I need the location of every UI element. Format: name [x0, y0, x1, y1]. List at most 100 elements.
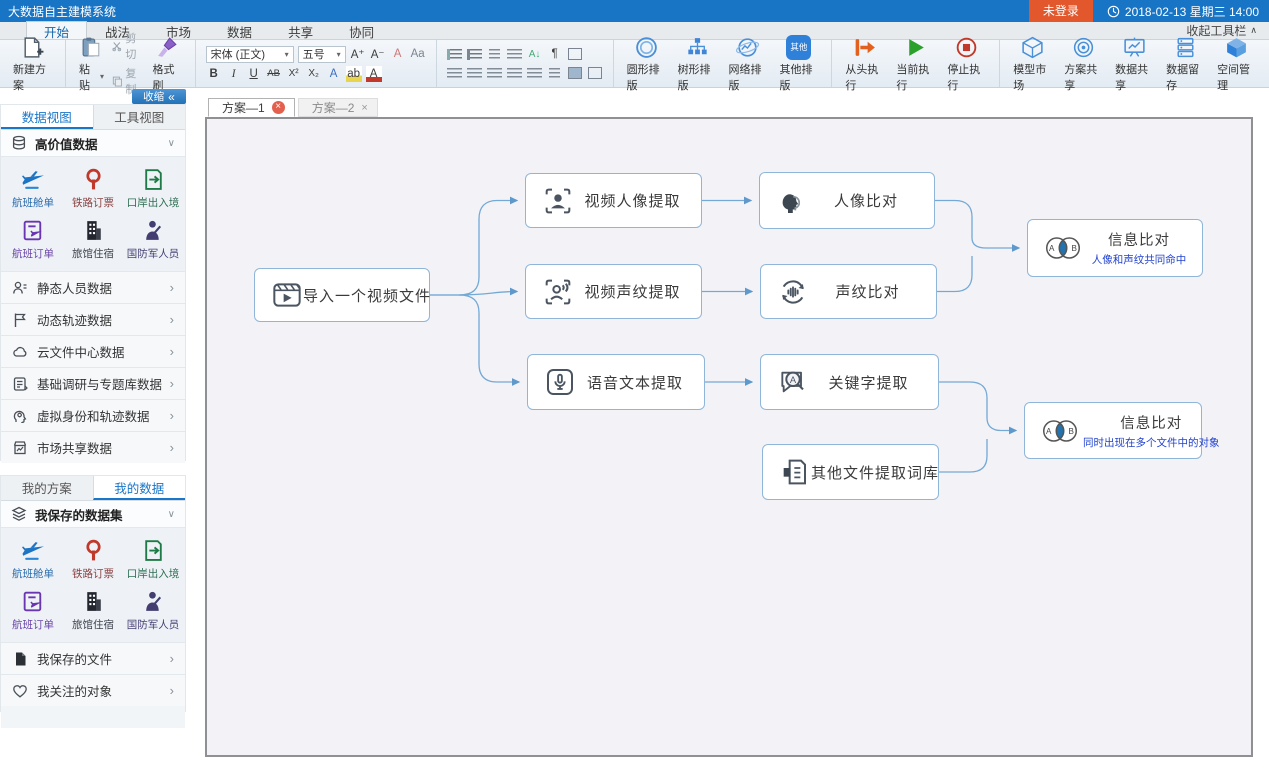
- decrease-indent-icon[interactable]: [487, 46, 503, 62]
- dataset-hotel-stay[interactable]: 旅馆住宿: [63, 584, 123, 635]
- dataset-flight-order[interactable]: 航班订单: [3, 213, 63, 264]
- font-color-icon[interactable]: A: [366, 66, 382, 82]
- flow-node-video-face-extract[interactable]: 视频人像提取: [525, 173, 702, 228]
- subscript-button[interactable]: X₂: [306, 66, 322, 82]
- datetime-text: 2018-02-13 星期三 14:00: [1125, 3, 1259, 20]
- distribute-icon[interactable]: [527, 65, 543, 81]
- text-effects-icon[interactable]: A: [326, 66, 342, 82]
- model-market-button[interactable]: 模型市场: [1007, 34, 1058, 94]
- table-grid-icon[interactable]: [567, 46, 583, 62]
- flow-node-speech-text-extract[interactable]: 语音文本提取: [527, 354, 705, 410]
- number-list-icon[interactable]: [467, 46, 483, 62]
- sidebar-item-dynamic-track-data[interactable]: 动态轨迹数据 ›: [1, 303, 185, 335]
- align-center-icon[interactable]: [467, 65, 483, 81]
- dataset-flight-manifest[interactable]: 航班舱单: [3, 162, 63, 213]
- data-view-tabs: 数据视图 工具视图: [1, 105, 185, 130]
- flow-canvas[interactable]: 导入一个视频文件 视频人像提取: [205, 117, 1253, 757]
- justify-icon[interactable]: [507, 65, 523, 81]
- tab-my-data[interactable]: 我的数据: [93, 476, 186, 500]
- other-layout-button[interactable]: 其他 其他排版: [773, 34, 824, 94]
- flow-node-face-compare[interactable]: 人像比对: [759, 172, 935, 229]
- data-share-button[interactable]: 数据共享: [1109, 34, 1160, 94]
- clear-format-icon[interactable]: A: [390, 46, 406, 62]
- sidebar-item-research-library-data[interactable]: 基础调研与专题库数据 ›: [1, 367, 185, 399]
- flow-node-info-compare-1[interactable]: A B 信息比对 人像和声纹共同命中: [1027, 219, 1203, 277]
- plan-tab-1[interactable]: 方案—1 ×: [208, 98, 295, 117]
- strikethrough-button[interactable]: AB: [266, 66, 282, 82]
- line-spacing-icon[interactable]: [547, 65, 563, 81]
- font-family-select[interactable]: 宋体 (正文) ▾: [206, 46, 294, 63]
- shading-icon[interactable]: [567, 65, 583, 81]
- circle-layout-button[interactable]: 圆形排版: [621, 34, 672, 94]
- dataset-flight-order[interactable]: 航班订单: [3, 584, 63, 635]
- change-case-icon[interactable]: Aa: [410, 46, 426, 62]
- show-marks-icon[interactable]: ¶: [547, 46, 563, 62]
- dataset-label: 航班舱单: [12, 566, 54, 581]
- dataset-border-entry-exit[interactable]: 口岸出入境: [123, 533, 183, 584]
- flow-node-video-voice-extract[interactable]: 视频声纹提取: [525, 264, 702, 319]
- airplane-icon: [21, 538, 46, 563]
- space-manage-button[interactable]: 空间管理: [1211, 34, 1262, 94]
- sidebar-item-my-saved-files[interactable]: 我保存的文件 ›: [1, 642, 185, 674]
- bold-button[interactable]: B: [206, 66, 222, 82]
- ribbon-group-share: 模型市场 方案共享 数据共享: [1000, 40, 1269, 87]
- ribbon-group-execute: 从头执行 当前执行 停止执行: [832, 40, 1000, 87]
- flow-node-voice-compare[interactable]: 声纹比对: [760, 264, 937, 319]
- tab-data-view[interactable]: 数据视图: [1, 105, 93, 129]
- underline-button[interactable]: U: [246, 66, 262, 82]
- high-value-data-header[interactable]: 高价值数据 ∨: [1, 130, 185, 157]
- saved-datasets-header[interactable]: 我保存的数据集 ∨: [1, 501, 185, 528]
- new-plan-button[interactable]: 新建方案: [7, 34, 58, 94]
- font-size-select[interactable]: 五号 ▾: [298, 46, 346, 63]
- flow-node-label: 信息比对: [1120, 412, 1182, 433]
- ribbon-tab-share[interactable]: 共享: [270, 21, 331, 39]
- superscript-button[interactable]: X²: [286, 66, 302, 82]
- dataset-border-entry-exit[interactable]: 口岸出入境: [123, 162, 183, 213]
- tree-layout-button[interactable]: 树形排版: [672, 34, 723, 94]
- dataset-hotel-stay[interactable]: 旅馆住宿: [63, 213, 123, 264]
- sidebar-item-cloud-file-data[interactable]: 云文件中心数据 ›: [1, 335, 185, 367]
- cut-button[interactable]: 剪切: [112, 30, 145, 62]
- highlight-color-icon[interactable]: ab: [346, 66, 362, 82]
- sidebar-item-my-followed-objects[interactable]: 我关注的对象 ›: [1, 674, 185, 706]
- close-tab-icon[interactable]: ×: [272, 101, 285, 114]
- tab-tool-view[interactable]: 工具视图: [93, 105, 186, 129]
- tab-my-plans[interactable]: 我的方案: [1, 476, 93, 500]
- sort-icon[interactable]: A↓: [527, 46, 543, 62]
- increase-indent-icon[interactable]: [507, 46, 523, 62]
- network-layout-button[interactable]: 网络排版: [723, 34, 774, 94]
- login-status-badge[interactable]: 未登录: [1029, 0, 1093, 22]
- dataset-flight-manifest[interactable]: 航班舱单: [3, 533, 63, 584]
- ribbon-tab-collab[interactable]: 协同: [331, 21, 392, 39]
- stop-button[interactable]: 停止执行: [941, 34, 992, 94]
- sidebar-collapse-button[interactable]: 收缩 «: [132, 89, 186, 104]
- align-right-icon[interactable]: [487, 65, 503, 81]
- flow-node-keyword-extract[interactable]: A 关键字提取: [760, 354, 939, 410]
- flow-node-info-compare-2[interactable]: A B 信息比对 同时出现在多个文件中的对象: [1024, 402, 1202, 459]
- person-list-icon: [12, 280, 28, 296]
- flow-node-other-files-lexicon[interactable]: 其他文件提取词库: [762, 444, 939, 500]
- grow-font-button[interactable]: A⁺: [350, 46, 366, 62]
- bullet-list-icon[interactable]: [447, 46, 463, 62]
- paste-button[interactable]: 粘贴▾: [73, 34, 110, 94]
- plan-tab-2[interactable]: 方案—2 ×: [298, 98, 378, 117]
- run-from-start-button[interactable]: 从头执行: [839, 34, 890, 94]
- shrink-font-button[interactable]: A⁻: [370, 46, 386, 62]
- data-retain-button[interactable]: 数据留存: [1160, 34, 1211, 94]
- align-left-icon[interactable]: [447, 65, 463, 81]
- plan-share-button[interactable]: 方案共享: [1058, 34, 1109, 94]
- dataset-military-personnel[interactable]: 国防军人员: [123, 584, 183, 635]
- sidebar-item-market-shared-data[interactable]: 市场共享数据 ›: [1, 431, 185, 463]
- italic-button[interactable]: I: [226, 66, 242, 82]
- run-current-button[interactable]: 当前执行: [890, 34, 941, 94]
- close-tab-icon[interactable]: ×: [361, 102, 367, 114]
- format-painter-button[interactable]: 格式刷: [147, 34, 188, 94]
- dataset-military-personnel[interactable]: 国防军人员: [123, 213, 183, 264]
- sidebar-item-static-person-data[interactable]: 静态人员数据 ›: [1, 271, 185, 303]
- borders-icon[interactable]: [587, 65, 603, 81]
- flow-node-import-video[interactable]: 导入一个视频文件: [254, 268, 430, 322]
- dataset-rail-ticket[interactable]: 铁路订票: [63, 533, 123, 584]
- ribbon-tab-data[interactable]: 数据: [209, 21, 270, 39]
- sidebar-item-virtual-identity-data[interactable]: 虚拟身份和轨迹数据 ›: [1, 399, 185, 431]
- dataset-rail-ticket[interactable]: 铁路订票: [63, 162, 123, 213]
